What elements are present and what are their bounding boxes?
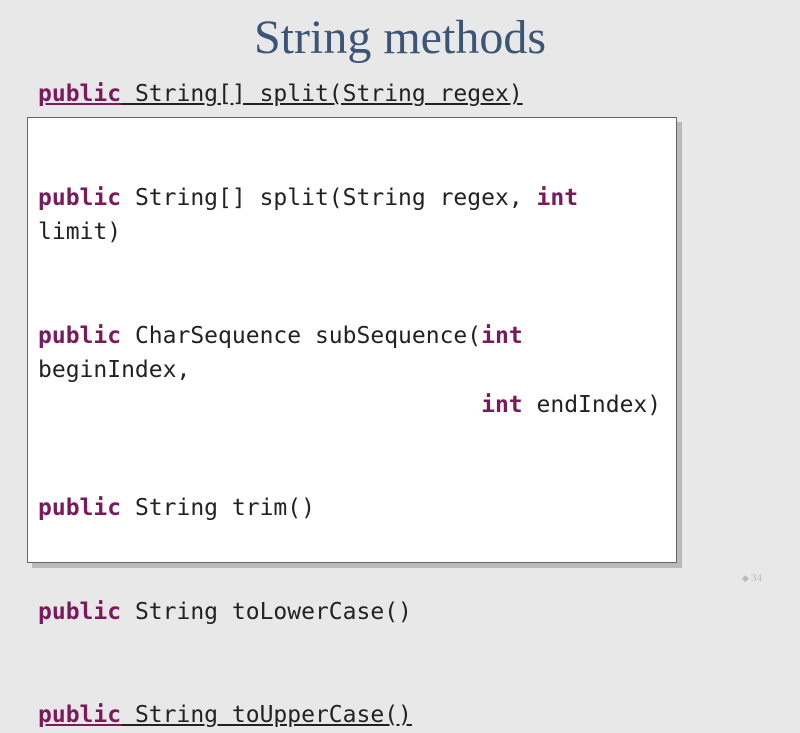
blank-line bbox=[38, 284, 780, 319]
signature-text: String[] split(String regex) bbox=[121, 81, 523, 107]
blank-line bbox=[38, 560, 780, 595]
keyword-public: public bbox=[38, 495, 121, 521]
blank-line bbox=[38, 629, 780, 664]
keyword-public: public bbox=[38, 599, 121, 625]
keyword-int: int bbox=[481, 323, 523, 349]
blank-line bbox=[38, 422, 780, 457]
keyword-public: public bbox=[38, 702, 121, 728]
signature-text: String trim() bbox=[121, 495, 315, 521]
method-signature-split-2-cont: limit) bbox=[38, 215, 780, 250]
keyword-public: public bbox=[38, 323, 121, 349]
slide: String methods public String[] split(Str… bbox=[0, 0, 800, 600]
keyword-int: int bbox=[481, 392, 523, 418]
padding bbox=[38, 392, 481, 418]
method-signature-subsequence-cont1: beginIndex, bbox=[38, 353, 780, 388]
blank-line bbox=[38, 146, 780, 181]
blank-line bbox=[38, 250, 780, 285]
blank-line bbox=[38, 457, 780, 492]
blank-line bbox=[38, 112, 780, 147]
signature-text: String toLowerCase() bbox=[121, 599, 412, 625]
method-signature-subsequence: public CharSequence subSequence(int bbox=[38, 319, 780, 354]
signature-text: endIndex) bbox=[523, 392, 661, 418]
method-signature-split-1: public String[] split(String regex) bbox=[38, 77, 780, 112]
method-signature-split-2: public String[] split(String regex, int bbox=[38, 181, 780, 216]
method-signature-trim: public String trim() bbox=[38, 491, 780, 526]
code-area: public String[] split(String regex) publ… bbox=[20, 77, 780, 733]
blank-line bbox=[38, 526, 780, 561]
method-signature-touppercase: public String toUpperCase() bbox=[38, 698, 780, 733]
keyword-public: public bbox=[38, 81, 121, 107]
keyword-int: int bbox=[537, 185, 579, 211]
signature-text: CharSequence subSequence( bbox=[121, 323, 481, 349]
method-signature-subsequence-cont2: int endIndex) bbox=[38, 388, 780, 423]
signature-text: String toUpperCase() bbox=[121, 702, 412, 728]
blank-line bbox=[38, 664, 780, 699]
signature-text: String[] split(String regex, bbox=[121, 185, 536, 211]
slide-title: String methods bbox=[20, 10, 780, 65]
keyword-public: public bbox=[38, 185, 121, 211]
